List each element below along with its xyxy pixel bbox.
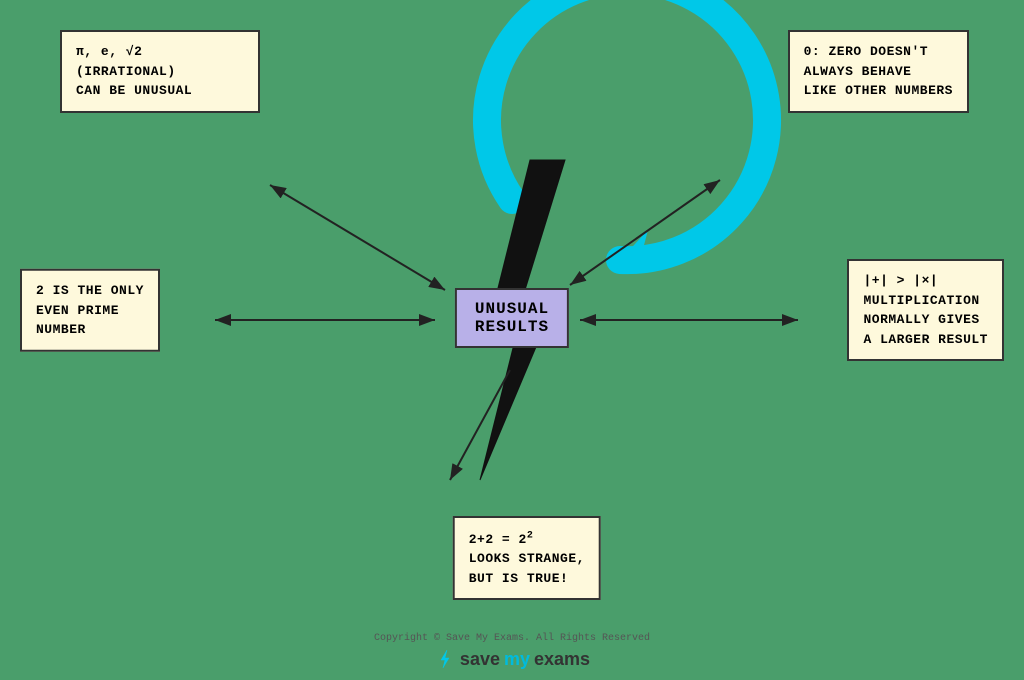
arrow-to-top-right: [570, 180, 720, 285]
arrow-to-bottom: [450, 370, 510, 480]
irrational-numbers-box: π, e, √2 (IRRATIONAL)CAN BE UNUSUAL: [60, 30, 260, 113]
equation-text: 2+2 = 22LOOKS STRANGE,BUT IS TRUE!: [469, 532, 585, 586]
irrational-text: π, e, √2 (IRRATIONAL)CAN BE UNUSUAL: [76, 44, 192, 98]
multiplication-box: |+| > |×|MULTIPLICATIONNORMALLY GIVESA L…: [847, 259, 1004, 361]
copyright-text: Copyright © Save My Exams. All Rights Re…: [374, 633, 650, 644]
center-label-box: UNUSUALRESULTS: [455, 288, 569, 348]
arrow-to-top-left: [270, 185, 445, 290]
even-prime-text: 2 IS THE ONLYEVEN PRIMENUMBER: [36, 283, 144, 337]
center-label-text: UNUSUALRESULTS: [475, 300, 549, 336]
circle-arrow-group: [487, 0, 767, 268]
brand-save-text: save: [460, 649, 500, 670]
equation-box: 2+2 = 22LOOKS STRANGE,BUT IS TRUE!: [453, 516, 601, 600]
brand-my-text: my: [504, 649, 530, 670]
footer: Copyright © Save My Exams. All Rights Re…: [374, 633, 650, 670]
zero-box: 0: ZERO DOESN'TALWAYS BEHAVELIKE OTHER N…: [788, 30, 969, 113]
page-container: π, e, √2 (IRRATIONAL)CAN BE UNUSUAL 0: Z…: [0, 0, 1024, 680]
brand-bolt-icon: [434, 648, 456, 670]
brand-exams-text: exams: [534, 649, 590, 670]
zero-text: 0: ZERO DOESN'TALWAYS BEHAVELIKE OTHER N…: [804, 44, 953, 98]
multiplication-text: |+| > |×|MULTIPLICATIONNORMALLY GIVESA L…: [863, 273, 988, 347]
brand-logo: save my exams: [374, 648, 650, 670]
even-prime-box: 2 IS THE ONLYEVEN PRIMENUMBER: [20, 269, 160, 352]
